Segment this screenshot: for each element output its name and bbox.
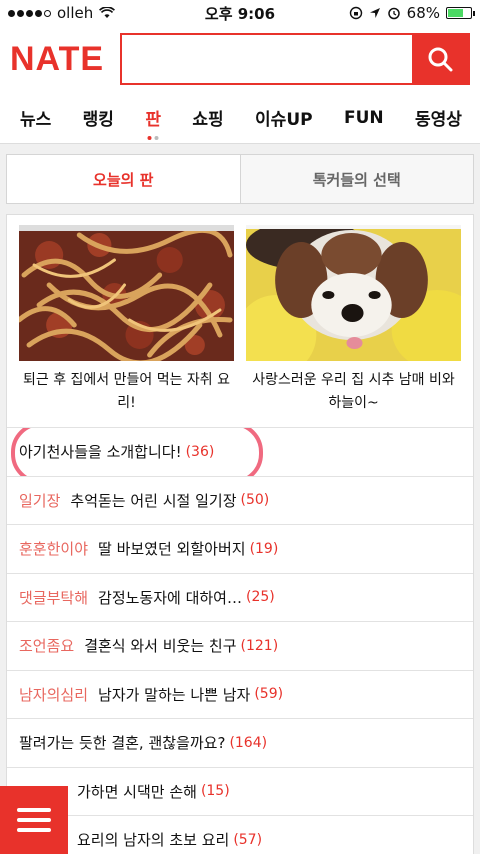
comment-count: (59) (254, 686, 284, 703)
search-button[interactable] (412, 35, 468, 83)
carrier-label: olleh (57, 4, 94, 22)
list-item[interactable]: 남자의심리 남자가 말하는 나쁜 남자 (59) (7, 671, 473, 719)
location-icon (369, 8, 380, 18)
comment-count: (15) (200, 783, 230, 800)
wifi-icon (99, 7, 116, 18)
nav-item-shopping[interactable]: 쇼핑 (192, 105, 223, 130)
list-item-category[interactable]: 남자의심리 (19, 684, 88, 705)
noodle-dish-image (19, 225, 234, 361)
list-item[interactable]: 요리의 남자의 초보 요리 (57) (7, 816, 473, 854)
nav-item-fun[interactable]: FUN (344, 108, 384, 128)
list-item-title: 요리의 남자의 초보 요리 (77, 831, 230, 850)
list-item[interactable]: 댓글부탁해 감정노동자에 대하여… (25) (7, 574, 473, 622)
comment-count: (50) (240, 492, 270, 509)
comment-count: (25) (246, 589, 275, 606)
nav-item-pann-label: 판 (145, 110, 161, 130)
list-item[interactable]: 아기천사들을 소개합니다! (36) (7, 428, 473, 477)
nav-item-pann[interactable]: 판 (145, 105, 161, 140)
list-item-title: 추억돋는 어린 시절 일기장 (70, 491, 237, 510)
status-right: 68% (349, 4, 475, 22)
signal-icon (8, 9, 51, 17)
list-item-category[interactable]: 훈훈한이야 (19, 538, 88, 559)
list-item-title: 팔려가는 듯한 결혼, 괜찮을까요? (19, 734, 226, 753)
comment-count: (164) (229, 734, 268, 751)
list-item-title: 아기천사들을 소개합니다! (19, 443, 182, 462)
status-left: olleh (8, 4, 116, 22)
nav-item-news[interactable]: 뉴스 (20, 105, 51, 130)
list-item-title: 딸 바보였던 외할아버지 (98, 540, 246, 559)
comment-count: (57) (233, 831, 263, 848)
battery-icon (446, 7, 475, 19)
nav-page-dots (147, 136, 159, 140)
list-item-category[interactable]: 조언좀요 (19, 635, 74, 656)
search-input[interactable] (122, 35, 412, 83)
feature-caption: 사랑스러운 우리 집 시추 남매 비와 하늘이~ (252, 372, 455, 411)
list-item[interactable]: 가하면 시댁만 손해 (15) (7, 768, 473, 816)
search-icon (428, 47, 453, 72)
comment-count: (19) (249, 540, 279, 557)
list-item-title: 가하면 시댁만 손해 (77, 782, 197, 801)
list-item-category[interactable]: 일기장 (19, 490, 60, 511)
feature-caption: 퇴근 후 집에서 만들어 먹는 자취 요리! (22, 372, 231, 411)
nav-item-issueup[interactable]: 이슈UP (255, 105, 313, 130)
list-item-title: 감정노동자에 대하여… (98, 588, 242, 607)
list-item[interactable]: 일기장 추억돋는 어린 시절 일기장 (50) (7, 477, 473, 525)
content-list: 퇴근 후 집에서 만들어 먹는 자취 요리! 사랑스러운 우리 집 시추 남매 … (6, 214, 474, 854)
nav-item-video[interactable]: 동영상 (415, 105, 462, 130)
battery-percent: 68% (406, 4, 440, 22)
hamburger-icon (17, 808, 51, 812)
list-item[interactable]: 조언좀요 결혼식 와서 비웃는 친구 (121) (7, 622, 473, 671)
status-bar: olleh 오후 9:06 68% (0, 0, 480, 26)
list-item[interactable]: 팔려가는 듯한 결혼, 괜찮을까요? (164) (7, 719, 473, 768)
tab-talkers-choice[interactable]: 톡커들의 선택 (241, 155, 474, 203)
menu-button[interactable] (0, 786, 68, 854)
search-box (120, 33, 470, 85)
feature-card[interactable]: 사랑스러운 우리 집 시추 남매 비와 하늘이~ (246, 225, 461, 415)
alarm-icon (387, 7, 400, 20)
feature-card[interactable]: 퇴근 후 집에서 만들어 먹는 자취 요리! (19, 225, 234, 415)
comment-count: (121) (240, 637, 279, 654)
pann-tabs: 오늘의 판 톡커들의 선택 (6, 154, 474, 204)
tab-today[interactable]: 오늘의 판 (7, 155, 241, 203)
shih-tzu-dog-image (246, 225, 461, 361)
list-item[interactable]: 훈훈한이야 딸 바보였던 외할아버지 (19) (7, 525, 473, 574)
header: NATE (0, 26, 480, 92)
feature-section: 퇴근 후 집에서 만들어 먹는 자취 요리! 사랑스러운 우리 집 시추 남매 … (7, 215, 473, 428)
nate-logo[interactable]: NATE (10, 40, 108, 79)
list-item-category[interactable]: 댓글부탁해 (19, 587, 88, 608)
nav-item-ranking[interactable]: 랭킹 (83, 105, 114, 130)
comment-count: (36) (185, 443, 215, 460)
list-item-title: 남자가 말하는 나쁜 남자 (98, 685, 251, 704)
list-item-title: 결혼식 와서 비웃는 친구 (84, 637, 237, 656)
lock-rotation-icon (349, 6, 362, 20)
main-nav: 뉴스 랭킹 판 쇼핑 이슈UP FUN 동영상 (0, 92, 480, 144)
